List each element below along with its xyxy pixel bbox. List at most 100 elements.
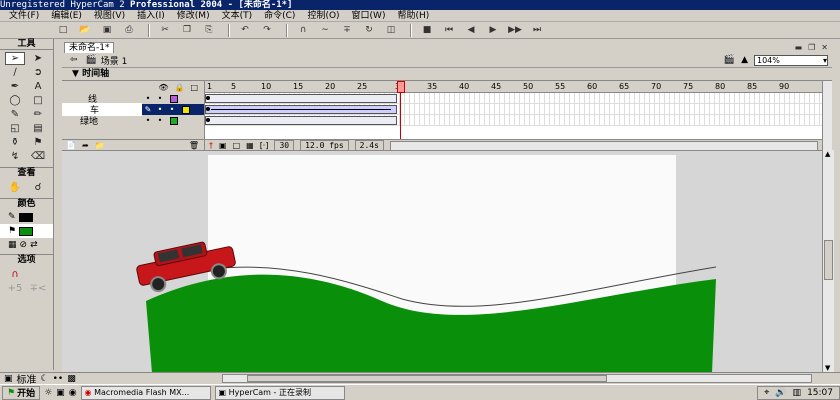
quicklaunch-media-icon[interactable]: ◉ [69, 388, 77, 398]
snap-icon[interactable]: ∩ [294, 23, 312, 37]
edit-scene-icon[interactable]: 🎬 [724, 55, 735, 65]
playhead-marker[interactable] [397, 81, 405, 93]
layer-row-grass[interactable]: 绿地 • • [62, 115, 204, 127]
lock-icon[interactable]: 🔒 [174, 83, 184, 92]
onion-markers-icon[interactable]: [·] [260, 141, 269, 150]
rotate-icon[interactable]: ↻ [360, 23, 378, 37]
restore-icon[interactable]: ❐ [808, 43, 815, 52]
magnet-icon[interactable]: ∩ [5, 268, 25, 281]
play-icon[interactable]: ▶ [484, 23, 502, 37]
paint-bucket-tool-icon[interactable]: ⚑ [28, 136, 48, 149]
fill-color-swatch[interactable] [19, 226, 34, 236]
frame-row-grass[interactable] [205, 115, 822, 126]
layer-lock-dot[interactable]: • [154, 94, 166, 103]
menu-edit[interactable]: 编辑(E) [46, 10, 87, 22]
playhead[interactable] [397, 81, 405, 139]
redo-icon[interactable]: ↷ [258, 23, 276, 37]
end-icon[interactable]: ⏭ [528, 23, 546, 37]
arrow-tool-icon[interactable]: ➢ [5, 52, 25, 65]
free-transform-tool-icon[interactable]: ◱ [5, 122, 25, 135]
menu-commands[interactable]: 命令(C) [259, 10, 300, 22]
dots-icon[interactable]: •• [53, 374, 64, 384]
menu-modify[interactable]: 修改(M) [172, 10, 215, 22]
back-arrow-icon[interactable]: ⇦ [70, 55, 78, 65]
swap-colors-icon[interactable]: ⇄ [30, 240, 38, 250]
network-icon[interactable]: ⌖ [764, 388, 769, 398]
straighten-icon[interactable]: ∓ [338, 23, 356, 37]
layer-visible-dot[interactable]: • [142, 116, 154, 125]
smooth-option-icon[interactable]: +5 [5, 282, 25, 295]
default-colors-icon[interactable]: ▦ [8, 240, 17, 250]
edit-multiple-icon[interactable]: ▦ [246, 141, 254, 150]
print-icon[interactable]: ⎙ [120, 23, 138, 37]
text-tool-icon[interactable]: A [28, 80, 48, 93]
add-guide-icon[interactable]: ➦ [82, 141, 89, 150]
menu-help[interactable]: 帮助(H) [392, 10, 434, 22]
onion-skin-icon[interactable]: ▣ [219, 141, 227, 150]
close-icon[interactable]: ✕ [821, 43, 828, 52]
layer-color-swatch[interactable] [170, 116, 178, 125]
oval-tool-icon[interactable]: ◯ [5, 94, 25, 107]
paste-icon[interactable]: ⎘ [200, 23, 218, 37]
menu-control[interactable]: 控制(O) [302, 10, 344, 22]
frame-row-car[interactable] [205, 104, 822, 115]
frame-span[interactable] [205, 94, 397, 103]
layer-color-swatch[interactable] [182, 105, 190, 114]
fill-transform-tool-icon[interactable]: ▤ [28, 122, 48, 135]
hand-tool-icon[interactable]: ✋ [5, 181, 25, 194]
taskbar-hypercam-button[interactable]: ▣ HyperCam - 正在录制 [214, 385, 345, 400]
keyframe-dot[interactable] [206, 96, 210, 100]
new-file-icon[interactable]: □ [54, 23, 72, 37]
quicklaunch-ie-icon[interactable]: ☼ [44, 388, 52, 398]
frame-row-line[interactable] [205, 93, 822, 104]
layer-visible-dot[interactable]: • [142, 94, 154, 103]
ime-icon[interactable]: ▥ [793, 388, 802, 398]
minimize-icon[interactable]: ▬ [795, 43, 803, 52]
scroll-down-icon[interactable]: ▼ [825, 364, 830, 372]
hscroll-thumb[interactable] [247, 375, 607, 382]
layer-lock-dot[interactable]: • [154, 116, 166, 125]
menu-window[interactable]: 窗口(W) [347, 10, 391, 22]
volume-icon[interactable]: 🔊 [775, 388, 786, 398]
rectangle-tool-icon[interactable]: □ [28, 94, 48, 107]
layer-lock-dot[interactable]: • [166, 105, 178, 114]
layer-visible-dot[interactable]: • [154, 105, 166, 114]
edit-symbol-icon[interactable]: ▲ [741, 55, 748, 65]
pencil-tool-icon[interactable]: ✎ [5, 108, 25, 121]
timeline-vscroll[interactable] [822, 81, 832, 151]
pen-tool-icon[interactable]: ✒ [5, 80, 25, 93]
scroll-up-icon[interactable]: ▲ [825, 150, 830, 158]
half-moon-icon[interactable]: ☾ [41, 374, 49, 384]
layer-color-swatch[interactable] [170, 94, 178, 103]
center-frame-icon[interactable]: † [209, 141, 213, 150]
zoom-select[interactable]: 104% ▾ [754, 54, 828, 66]
document-tab[interactable]: 未命名-1* [64, 42, 115, 53]
frame-grid[interactable]: 1 5 10 15 20 25 30 35 40 45 50 55 60 65 … [205, 81, 822, 139]
mode-icon[interactable]: ▣ [4, 374, 13, 384]
stage-vscroll[interactable]: ▲ ▼ [822, 150, 834, 372]
stage-workarea[interactable] [62, 150, 822, 372]
dotted-box-icon[interactable]: ▩ [67, 374, 76, 384]
step-forward-icon[interactable]: ▶▶ [506, 23, 524, 37]
straighten-option-icon[interactable]: ∓< [28, 282, 48, 295]
eyedropper-tool-icon[interactable]: ↯ [5, 150, 25, 163]
copy-icon[interactable]: ❐ [178, 23, 196, 37]
stroke-color-swatch[interactable] [18, 212, 33, 222]
add-folder-icon[interactable]: 📁 [95, 141, 105, 150]
open-icon[interactable]: 📂 [76, 23, 94, 37]
step-back-icon[interactable]: ◀ [462, 23, 480, 37]
timeline-hscroll[interactable] [389, 140, 818, 151]
subselect-tool-icon[interactable]: ➤ [28, 52, 48, 65]
onion-outline-icon[interactable]: □ [233, 141, 241, 150]
line-tool-icon[interactable]: ∕ [5, 66, 25, 79]
add-layer-icon[interactable]: 📄 [66, 141, 76, 150]
brush-tool-icon[interactable]: ✏ [28, 108, 48, 121]
keyframe-dot[interactable] [206, 107, 210, 111]
cut-icon[interactable]: ✂ [156, 23, 174, 37]
eraser-tool-icon[interactable]: ⌫ [28, 150, 48, 163]
trash-icon[interactable]: 🗑 [189, 141, 199, 150]
rewind-icon[interactable]: ⏮ [440, 23, 458, 37]
start-button[interactable]: ⚑ 开始 [2, 385, 41, 400]
stage-hscroll[interactable] [222, 374, 812, 383]
timeline-header[interactable]: ▼ 时间轴 [62, 68, 832, 80]
